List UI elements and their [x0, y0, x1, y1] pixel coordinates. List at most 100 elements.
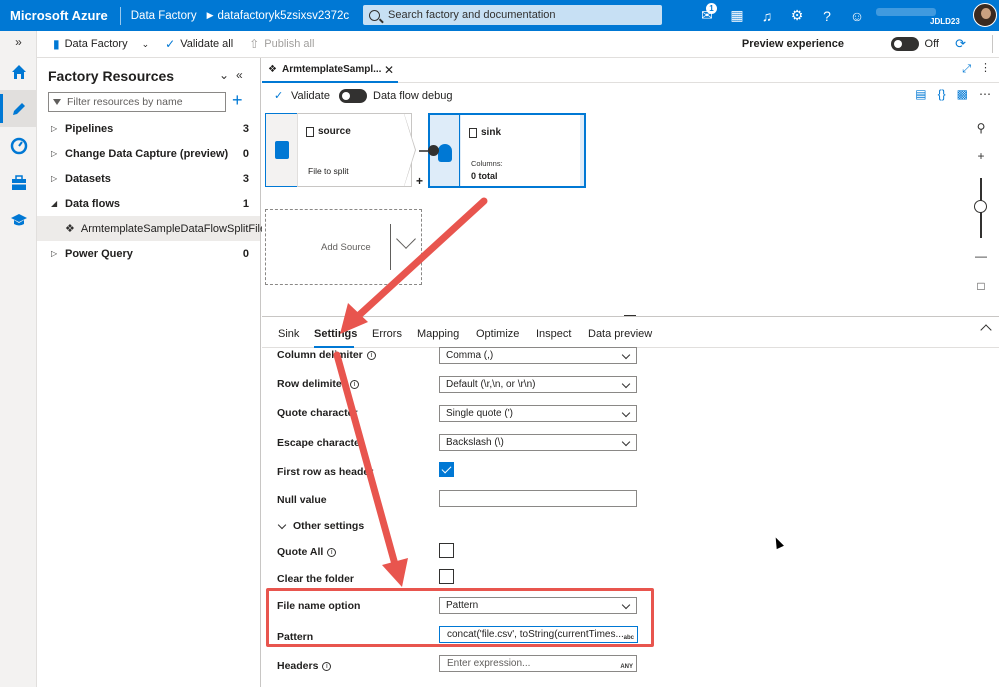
validate-button[interactable]: Validate	[291, 90, 330, 102]
add-source-divider	[390, 224, 391, 270]
panel-tabs: Sink Settings Errors Mapping Optimize In…	[262, 317, 999, 348]
gear-icon[interactable]: ⚙	[782, 0, 812, 31]
factory-resources-pane: Factory Resources ⌄ « Filter resources b…	[37, 58, 266, 687]
brand-label[interactable]: Microsoft Azure	[0, 8, 120, 23]
learning-cap-icon[interactable]	[0, 201, 37, 238]
more-options-icon[interactable]: ⋯	[979, 87, 991, 101]
zoom-controls: ⚲ + — □	[969, 118, 993, 304]
other-settings-text: Other settings	[293, 520, 365, 532]
debug-toggle[interactable]	[339, 89, 367, 103]
info-icon[interactable]: i	[322, 661, 332, 671]
tree-item-change-data-capture[interactable]: ▷ Change Data Capture (preview) 0	[37, 141, 260, 166]
add-resource-icon[interactable]: +	[232, 91, 243, 109]
quote-character-label: Quote character	[277, 407, 358, 419]
tab-data-preview[interactable]: Data preview	[588, 328, 652, 340]
tree-item-label: Pipelines	[65, 122, 114, 135]
close-icon[interactable]: ✕	[384, 63, 394, 77]
clear-folder-checkbox[interactable]	[439, 569, 454, 584]
source-arrow-inner	[404, 114, 415, 186]
tab-errors[interactable]: Errors	[372, 328, 402, 340]
tree-item-data-flows[interactable]: ◢ Data flows 1	[37, 191, 260, 216]
quote-all-checkbox[interactable]	[439, 543, 454, 558]
feedback-icon[interactable]: ☺	[842, 0, 872, 31]
preview-experience-toggle[interactable]	[891, 37, 919, 51]
sink-node-body: sink Columns: 0 total	[461, 115, 582, 186]
tab-dataflow[interactable]: ❖ ArmtemplateSampl... ✕	[262, 58, 398, 83]
manage-toolbox-icon[interactable]	[0, 164, 37, 201]
search-icon	[369, 9, 380, 21]
column-delimiter-dropdown[interactable]: Comma (,)	[439, 347, 637, 364]
refresh-icon[interactable]: ⟳	[955, 36, 966, 52]
tree-item-pipelines[interactable]: ▷ Pipelines 3	[37, 116, 260, 141]
source-title: source	[306, 126, 351, 137]
more-options-icon[interactable]: ⋮	[980, 61, 991, 74]
escape-character-dropdown[interactable]: Backslash (\)	[439, 434, 637, 451]
chevron-down-icon	[277, 520, 287, 529]
zoom-out-icon[interactable]: —	[969, 246, 993, 266]
avatar[interactable]	[973, 3, 997, 27]
tree-item-power-query[interactable]: ▷ Power Query 0	[37, 241, 260, 266]
first-row-header-checkbox[interactable]	[439, 462, 454, 477]
validate-all-button[interactable]: ✓ Validate all	[157, 37, 241, 51]
search-icon[interactable]: ⚲	[969, 118, 993, 138]
help-icon[interactable]: ?	[812, 0, 842, 31]
collapse-triangle-icon: ◢	[51, 199, 58, 208]
zoom-slider-thumb[interactable]	[974, 200, 987, 213]
info-icon[interactable]: i	[349, 379, 359, 389]
service-breadcrumb[interactable]: Data Factory	[121, 10, 203, 22]
tree-item-datasets[interactable]: ▷ Datasets 3	[37, 166, 260, 191]
headers-input[interactable]: Enter expression... ANY	[439, 655, 637, 672]
tree-item-dataflow-file[interactable]: ❖ ArmtemplateSampleDataFlowSplitFile	[37, 216, 266, 241]
source-node[interactable]: source File to split	[265, 113, 412, 187]
expand-rail-icon[interactable]: »	[0, 31, 37, 53]
expand-triangle-icon: ▷	[51, 249, 58, 258]
add-source-box[interactable]: Add Source	[265, 209, 422, 285]
tab-settings[interactable]: Settings	[314, 328, 357, 340]
directory-icon[interactable]: ▦	[722, 0, 752, 31]
collapse-all-icon[interactable]: ⌄	[219, 68, 229, 82]
info-icon[interactable]: i	[366, 350, 376, 360]
code-icon[interactable]: {}	[938, 87, 946, 101]
tab-mapping[interactable]: Mapping	[417, 328, 459, 340]
sink-node[interactable]: sink Columns: 0 total	[428, 113, 586, 188]
tree-child-label: ArmtemplateSampleDataFlowSplitFile	[80, 222, 267, 235]
row-delimiter-dropdown[interactable]: Default (\r,\n, or \r\n)	[439, 376, 637, 393]
tree-item-count: 1	[242, 197, 249, 210]
other-settings-toggle[interactable]: Other settings	[277, 520, 365, 532]
fit-to-screen-icon[interactable]: □	[969, 276, 993, 296]
search-box[interactable]: Search factory and documentation	[363, 5, 662, 25]
tab-optimize[interactable]: Optimize	[476, 328, 519, 340]
annotation-highlight-box	[266, 588, 654, 647]
properties-icon[interactable]: ▩	[957, 87, 968, 101]
notifications-icon[interactable]: ✉ 1	[692, 0, 722, 31]
check-icon: ✓	[274, 90, 284, 102]
author-pencil-icon[interactable]	[0, 90, 37, 127]
null-value-input[interactable]	[439, 490, 637, 507]
publish-all-button[interactable]: ⇧ Publish all	[241, 37, 322, 51]
connector-dot	[428, 145, 439, 156]
dataflow-canvas[interactable]: source File to split + sink Columns: 0 t…	[262, 108, 999, 317]
script-icon[interactable]: ▤	[915, 87, 926, 101]
filter-placeholder: Filter resources by name	[67, 96, 183, 108]
home-icon[interactable]	[0, 53, 37, 90]
bell-icon[interactable]: ♫	[752, 0, 782, 31]
source-icon	[275, 141, 289, 159]
tab-inspect[interactable]: Inspect	[536, 328, 571, 340]
zoom-in-icon[interactable]: +	[969, 146, 993, 166]
chevron-down-icon[interactable]	[396, 229, 416, 249]
quote-character-dropdown[interactable]: Single quote (')	[439, 405, 637, 422]
factory-breadcrumb[interactable]: datafactoryk5zsixsv2372c	[218, 10, 356, 22]
data-factory-button[interactable]: ▮ Data Factory ⌄	[37, 37, 157, 51]
info-icon[interactable]: i	[327, 547, 337, 557]
tab-sink[interactable]: Sink	[278, 328, 299, 340]
expand-triangle-icon: ▷	[51, 149, 58, 158]
add-transform-icon[interactable]: +	[416, 174, 423, 188]
monitor-icon[interactable]	[0, 127, 37, 164]
collapse-panel-icon[interactable]	[980, 324, 992, 336]
source-subtitle: File to split	[308, 166, 349, 176]
expand-triangle-icon: ▷	[51, 124, 58, 133]
expand-icon[interactable]: ⤢	[962, 63, 971, 76]
hide-pane-icon[interactable]: «	[236, 68, 243, 82]
factory-icon: ▮	[53, 37, 60, 51]
filter-resources-input[interactable]: Filter resources by name	[48, 92, 226, 112]
